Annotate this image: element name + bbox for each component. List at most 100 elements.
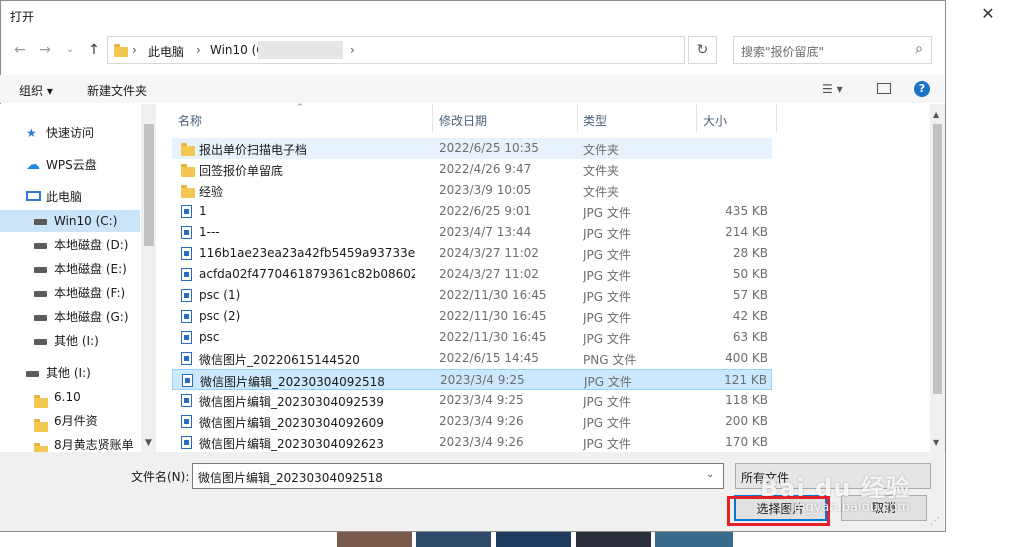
column-divider[interactable] bbox=[696, 104, 697, 132]
file-row[interactable]: 1 2022/6/25 9:01 JPG 文件 435 KB bbox=[172, 201, 772, 222]
sidebar-item[interactable]: 其他 (I:) bbox=[0, 362, 140, 384]
file-row[interactable]: 1--- 2023/4/7 13:44 JPG 文件 214 KB bbox=[172, 222, 772, 243]
file-type: JPG 文件 bbox=[583, 311, 631, 325]
image-file-icon bbox=[181, 352, 192, 365]
search-icon[interactable]: ⌕ bbox=[915, 41, 923, 57]
file-size: 63 KB bbox=[732, 330, 768, 344]
sidebar-item-label: 此电脑 bbox=[46, 190, 83, 204]
preview-pane-icon[interactable] bbox=[877, 83, 891, 94]
folder-icon bbox=[114, 44, 128, 57]
file-row[interactable]: psc (2) 2022/11/30 16:45 JPG 文件 42 KB bbox=[172, 306, 772, 327]
file-name: psc (1) bbox=[199, 288, 241, 302]
file-type: JPG 文件 bbox=[584, 375, 632, 389]
file-type: JPG 文件 bbox=[583, 269, 631, 283]
file-name: 1 bbox=[199, 204, 207, 218]
file-date: 2023/3/4 9:25 bbox=[440, 373, 525, 387]
organize-menu[interactable]: 组织 ▾ bbox=[19, 82, 53, 99]
image-file-icon bbox=[181, 394, 192, 407]
file-name: 微信图片_20220615144520 bbox=[199, 353, 360, 367]
column-divider[interactable] bbox=[432, 104, 433, 132]
sidebar-item[interactable]: 其他 (I:) bbox=[0, 330, 140, 352]
back-arrow-icon[interactable]: ← bbox=[10, 40, 30, 60]
file-row[interactable]: 微信图片编辑_20230304092623 2023/3/4 9:26 JPG 文件… bbox=[172, 432, 772, 453]
file-date: 2023/4/7 13:44 bbox=[439, 225, 532, 239]
computer-icon bbox=[26, 191, 41, 201]
file-size: 57 KB bbox=[732, 288, 768, 302]
refresh-icon[interactable]: ↻ bbox=[688, 36, 717, 64]
column-header-type[interactable]: 类型 bbox=[583, 112, 607, 129]
column-header-date[interactable]: 修改日期 bbox=[439, 112, 487, 129]
sidebar-item-label: 快速访问 bbox=[46, 126, 95, 140]
scroll-down-icon[interactable]: ▼ bbox=[145, 438, 152, 448]
image-file-icon bbox=[181, 436, 192, 449]
column-header-name[interactable]: 名称 bbox=[178, 112, 202, 129]
address-bar[interactable]: › 此电脑 › Win10 (C:) › bbox=[107, 36, 685, 64]
folder-icon bbox=[181, 185, 195, 198]
forward-arrow-icon[interactable]: → bbox=[35, 40, 55, 60]
sidebar-item-label: 本地磁盘 (E:) bbox=[54, 262, 127, 276]
file-row[interactable]: psc (1) 2022/11/30 16:45 JPG 文件 57 KB bbox=[172, 285, 772, 306]
sidebar-item[interactable]: Win10 (C:) bbox=[0, 210, 140, 232]
sidebar-item[interactable]: ★ 快速访问 bbox=[0, 122, 140, 144]
up-arrow-icon[interactable]: ↑ bbox=[84, 40, 104, 60]
sidebar-item[interactable]: 6月件资 bbox=[0, 410, 140, 432]
sidebar-item[interactable]: 6.10 bbox=[0, 386, 140, 408]
breadcrumb-this-pc[interactable]: 此电脑 bbox=[148, 43, 184, 60]
file-row[interactable]: 回签报价单留底 2022/4/26 9:47 文件夹 bbox=[172, 159, 772, 180]
scroll-down-icon[interactable]: ▼ bbox=[933, 438, 939, 447]
file-size: 200 KB bbox=[725, 414, 768, 428]
file-type: 文件夹 bbox=[583, 164, 620, 178]
column-header-size[interactable]: 大小 bbox=[703, 112, 727, 129]
folder-icon bbox=[181, 143, 195, 156]
search-box[interactable]: 搜索"报价留底" ⌕ bbox=[733, 36, 932, 64]
file-type: JPG 文件 bbox=[583, 332, 631, 346]
file-row[interactable]: 报出单价扫描电子档 2022/6/25 10:35 文件夹 bbox=[172, 138, 772, 159]
background-thumbnail bbox=[416, 532, 491, 547]
view-options-icon[interactable]: ☰ ▾ bbox=[822, 82, 843, 96]
help-icon[interactable]: ? bbox=[914, 81, 930, 97]
file-row[interactable]: 微信图片编辑_20230304092609 2023/3/4 9:26 JPG 文件… bbox=[172, 411, 772, 432]
column-divider[interactable] bbox=[776, 104, 777, 132]
watermark-logo: Bai du 经验 bbox=[760, 474, 911, 502]
sidebar-item-label: 6.10 bbox=[54, 390, 81, 404]
close-icon[interactable]: ✕ bbox=[973, 3, 1003, 25]
breadcrumb-separator: › bbox=[196, 43, 201, 57]
sidebar-item[interactable]: 此电脑 bbox=[0, 186, 140, 208]
recent-dropdown-icon[interactable]: ⌄ bbox=[60, 40, 80, 60]
drive-icon bbox=[34, 315, 47, 321]
filename-dropdown-icon[interactable]: ⌄ bbox=[706, 469, 714, 480]
file-date: 2022/6/25 10:35 bbox=[439, 141, 539, 155]
file-name: 微信图片编辑_20230304092539 bbox=[199, 395, 384, 409]
filename-input[interactable]: 微信图片编辑_20230304092518 bbox=[192, 463, 724, 489]
file-row[interactable]: 微信图片_20220615144520 2022/6/15 14:45 PNG 文件… bbox=[172, 348, 772, 369]
resize-grip-icon[interactable]: ⋰ bbox=[930, 516, 940, 527]
file-row[interactable]: 经验 2023/3/9 10:05 文件夹 bbox=[172, 180, 772, 201]
sidebar-item-label: Win10 (C:) bbox=[54, 214, 118, 228]
file-name: 1--- bbox=[199, 225, 220, 239]
sidebar-item[interactable]: 本地磁盘 (E:) bbox=[0, 258, 140, 280]
file-size: 170 KB bbox=[725, 435, 768, 449]
sidebar-item[interactable]: 本地磁盘 (F:) bbox=[0, 282, 140, 304]
new-folder-button[interactable]: 新建文件夹 bbox=[87, 82, 147, 99]
column-divider[interactable] bbox=[577, 104, 578, 132]
file-list-scroll-thumb[interactable] bbox=[933, 124, 942, 394]
file-date: 2022/4/26 9:47 bbox=[439, 162, 532, 176]
file-row[interactable]: 116b1ae23ea23a42fb5459a93733ec3... 2024/3… bbox=[172, 243, 772, 264]
file-row[interactable]: 微信图片编辑_20230304092518 2023/3/4 9:25 JPG 文件… bbox=[172, 369, 772, 390]
sidebar-item[interactable]: 本地磁盘 (D:) bbox=[0, 234, 140, 256]
file-date: 2022/11/30 16:45 bbox=[439, 288, 547, 302]
file-row[interactable]: 微信图片编辑_20230304092539 2023/3/4 9:25 JPG 文件… bbox=[172, 390, 772, 411]
file-name: 微信图片编辑_20230304092609 bbox=[199, 416, 384, 430]
file-type: JPG 文件 bbox=[583, 395, 631, 409]
file-size: 121 KB bbox=[724, 373, 767, 387]
file-row[interactable]: psc 2022/11/30 16:45 JPG 文件 63 KB bbox=[172, 327, 772, 348]
file-type: 文件夹 bbox=[583, 143, 620, 157]
file-size: 42 KB bbox=[732, 309, 768, 323]
sidebar-scroll-thumb[interactable] bbox=[144, 124, 154, 246]
sidebar-item[interactable]: ☁ WPS云盘 bbox=[0, 154, 140, 176]
sort-ascending-icon: ⌃ bbox=[296, 103, 304, 113]
file-row[interactable]: acfda02f4770461879361c82b086022... 2024/3… bbox=[172, 264, 772, 285]
file-date: 2023/3/4 9:25 bbox=[439, 393, 524, 407]
scroll-up-icon[interactable]: ▲ bbox=[933, 110, 939, 119]
sidebar-item[interactable]: 本地磁盘 (G:) bbox=[0, 306, 140, 328]
